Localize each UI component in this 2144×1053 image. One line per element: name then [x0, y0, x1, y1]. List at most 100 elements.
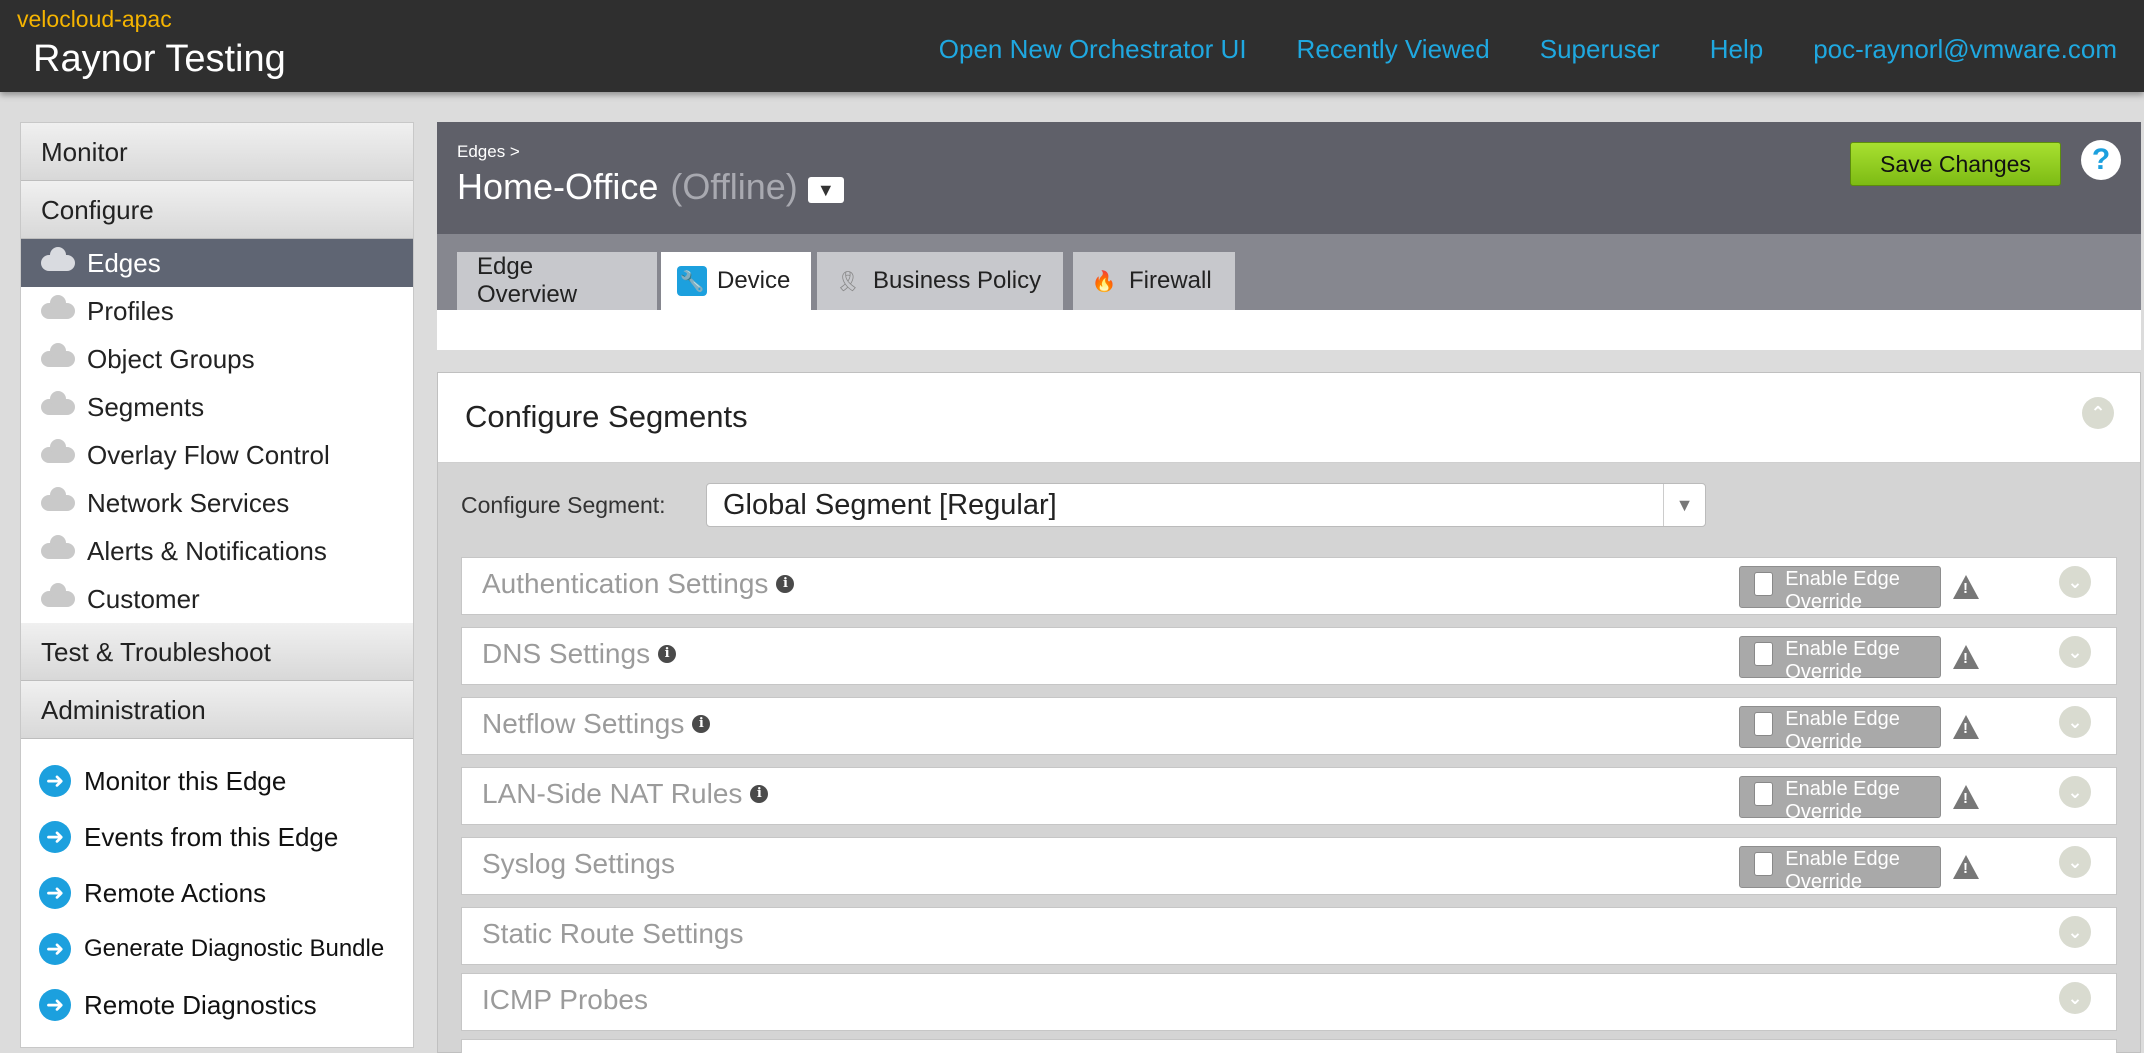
setting-row-static-route[interactable]: Static Route Settings ⌄ [461, 907, 2117, 965]
recently-viewed-link[interactable]: Recently Viewed [1297, 34, 1490, 65]
override-label: Enable Edge Override [1785, 848, 1900, 893]
sidebar-item-segments[interactable]: Segments [21, 383, 413, 431]
override-label: Enable Edge Override [1785, 638, 1900, 683]
info-icon[interactable]: i [692, 715, 711, 733]
sidebar-item-profiles[interactable]: Profiles [21, 287, 413, 335]
sidebar: Monitor Configure Edges Profiles Object … [20, 122, 414, 1048]
sidebar-item-label: Overlay Flow Control [87, 439, 330, 470]
override-label: Enable Edge Override [1785, 568, 1900, 613]
action-monitor-edge[interactable]: ➜ Monitor this Edge [21, 753, 413, 809]
expand-down-icon[interactable]: ⌄ [2059, 982, 2091, 1014]
tab-business-policy[interactable]: 🎗 Business Policy [817, 252, 1063, 310]
setting-name: Netflow Settings i [482, 708, 711, 740]
override-checkbox[interactable] [1754, 642, 1774, 666]
edge-actions: ➜ Monitor this Edge ➜ Events from this E… [21, 739, 413, 1033]
sidebar-item-label: Edges [87, 247, 161, 278]
cloud-icon [41, 535, 75, 559]
tab-label: Business Policy [873, 267, 1042, 294]
warning-icon: ! [1953, 715, 1979, 739]
setting-label: Static Route Settings [482, 918, 744, 949]
top-bar: velocloud-apac Raynor Testing Open New O… [0, 0, 2144, 92]
superuser-link[interactable]: Superuser [1540, 34, 1660, 65]
expand-down-icon[interactable]: ⌄ [2059, 916, 2091, 948]
sidebar-section-monitor[interactable]: Monitor [21, 123, 413, 181]
sidebar-item-edges[interactable]: Edges [21, 239, 413, 287]
setting-row-dns[interactable]: DNS Settings i Enable Edge Override ! ⌄ [461, 627, 2117, 685]
setting-row-icmp-probes[interactable]: ICMP Probes ⌄ [461, 973, 2117, 1031]
segment-selected-value: Global Segment [Regular] [723, 488, 1057, 521]
sidebar-item-network-services[interactable]: Network Services [21, 479, 413, 527]
warning-icon: ! [1953, 575, 1979, 599]
setting-row-authentication[interactable]: Authentication Settings i Enable Edge Ov… [461, 557, 2117, 615]
tab-firewall[interactable]: 🔥 Firewall [1073, 252, 1235, 310]
tab-device[interactable]: 🔧 Device [661, 252, 811, 310]
setting-row-lan-nat[interactable]: LAN-Side NAT Rules i Enable Edge Overrid… [461, 767, 2117, 825]
arrow-right-icon: ➜ [39, 933, 71, 965]
setting-row-syslog[interactable]: Syslog Settings Enable Edge Override ! ⌄ [461, 837, 2117, 895]
breadcrumb[interactable]: Edges > [457, 142, 520, 162]
wrench-icon: 🔧 [677, 266, 707, 296]
override-checkbox[interactable] [1754, 712, 1774, 736]
cloud-icon [41, 247, 75, 271]
action-events-edge[interactable]: ➜ Events from this Edge [21, 809, 413, 865]
expand-down-icon[interactable]: ⌄ [2059, 566, 2091, 598]
sidebar-section-test[interactable]: Test & Troubleshoot [21, 623, 413, 681]
action-diagnostic-bundle[interactable]: ➜ Generate Diagnostic Bundle [21, 921, 413, 977]
expand-down-icon[interactable]: ⌄ [2059, 776, 2091, 808]
help-icon[interactable]: ? [2081, 140, 2121, 180]
expand-down-icon[interactable]: ⌄ [2059, 706, 2091, 738]
setting-name: Static Route Settings [482, 918, 743, 950]
save-changes-button[interactable]: Save Changes [1850, 142, 2061, 186]
chevron-down-icon[interactable]: ▼ [807, 177, 844, 203]
enable-edge-override[interactable]: Enable Edge Override [1739, 636, 1941, 683]
expand-down-icon[interactable]: ⌄ [2059, 846, 2091, 878]
enable-edge-override[interactable]: Enable Edge Override [1739, 706, 1941, 753]
sidebar-item-alerts[interactable]: Alerts & Notifications [21, 527, 413, 575]
user-account-link[interactable]: poc-raynorl@vmware.com [1813, 34, 2117, 65]
setting-label: DNS Settings [482, 638, 651, 669]
caret-down-icon[interactable]: ▼ [1663, 484, 1705, 526]
panel-header: Configure Segments ⌃ [438, 373, 2140, 463]
sidebar-item-overlay-flow-control[interactable]: Overlay Flow Control [21, 431, 413, 479]
setting-label: Authentication Settings [482, 568, 769, 599]
ribbon-icon: 🎗 [835, 270, 861, 293]
setting-label: LAN-Side NAT Rules [482, 778, 743, 809]
override-checkbox[interactable] [1754, 572, 1774, 596]
warning-icon: ! [1953, 855, 1979, 879]
sidebar-section-configure[interactable]: Configure [21, 181, 413, 239]
setting-name: ICMP Probes [482, 984, 648, 1016]
open-new-ui-link[interactable]: Open New Orchestrator UI [939, 34, 1247, 65]
cloud-icon [41, 439, 75, 463]
sidebar-item-object-groups[interactable]: Object Groups [21, 335, 413, 383]
info-icon[interactable]: i [750, 785, 769, 803]
enable-edge-override[interactable]: Enable Edge Override [1739, 776, 1941, 823]
setting-name: Authentication Settings i [482, 568, 795, 600]
help-link[interactable]: Help [1710, 34, 1763, 65]
sidebar-item-label: Object Groups [87, 343, 255, 374]
warning-icon: ! [1953, 645, 1979, 669]
arrow-right-icon: ➜ [39, 765, 71, 797]
segment-select[interactable]: Global Segment [Regular] ▼ [706, 483, 1706, 527]
sidebar-section-admin[interactable]: Administration [21, 681, 413, 739]
enable-edge-override[interactable]: Enable Edge Override [1739, 566, 1941, 613]
collapse-up-icon[interactable]: ⌃ [2082, 397, 2114, 429]
tab-label: Firewall [1129, 267, 1212, 294]
override-checkbox[interactable] [1754, 782, 1774, 806]
expand-down-icon[interactable]: ⌄ [2059, 636, 2091, 668]
info-icon[interactable]: i [776, 575, 795, 593]
tab-edge-overview[interactable]: Edge Overview [457, 252, 657, 310]
setting-label: Netflow Settings [482, 708, 685, 739]
override-checkbox[interactable] [1754, 852, 1774, 876]
sidebar-item-customer[interactable]: Customer [21, 575, 413, 623]
setting-label: Syslog Settings [482, 848, 675, 879]
setting-row-partial[interactable] [461, 1039, 2117, 1053]
override-label: Enable Edge Override [1785, 778, 1900, 823]
sidebar-item-label: Segments [87, 391, 205, 422]
action-remote-diagnostics[interactable]: ➜ Remote Diagnostics [21, 977, 413, 1033]
action-remote-actions[interactable]: ➜ Remote Actions [21, 865, 413, 921]
edge-name: Home-Office [457, 166, 659, 207]
setting-row-netflow[interactable]: Netflow Settings i Enable Edge Override … [461, 697, 2117, 755]
top-nav: Open New Orchestrator UI Recently Viewed… [939, 34, 2117, 65]
info-icon[interactable]: i [658, 645, 677, 663]
enable-edge-override[interactable]: Enable Edge Override [1739, 846, 1941, 893]
